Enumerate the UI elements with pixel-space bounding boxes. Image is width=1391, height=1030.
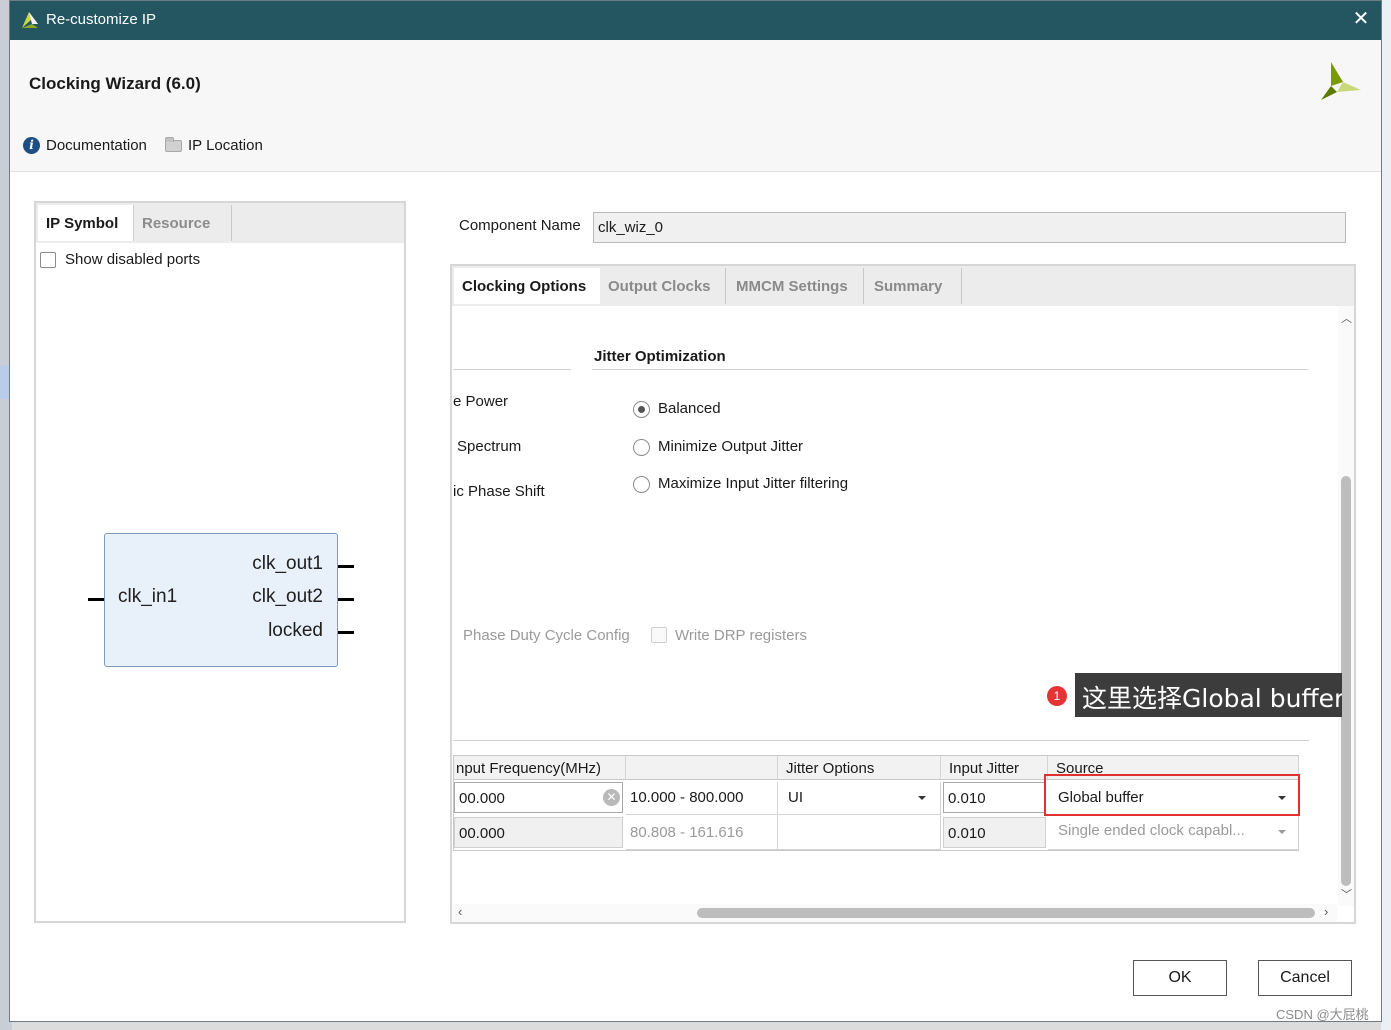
ip-symbol-block: clk_in1 clk_out1 clk_out2 locked	[104, 533, 338, 667]
option-minimize-output-jitter-label: Minimize Output Jitter	[658, 438, 804, 455]
ip-heading: Clocking Wizard (6.0)	[29, 74, 201, 93]
documentation-link[interactable]: i Documentation	[23, 137, 147, 154]
phase-duty-cycle-config-label: Phase Duty Cycle Config	[463, 627, 630, 644]
dialog-header: Clocking Wizard (6.0) i Documentation IP…	[10, 40, 1381, 172]
tab-mmcm-settings[interactable]: MMCM Settings	[728, 268, 864, 304]
component-name-input[interactable]: clk_wiz_0	[593, 212, 1346, 243]
jitter-options-select[interactable]: UI	[778, 782, 941, 815]
port-line-locked	[338, 631, 354, 634]
folder-icon	[165, 136, 182, 152]
ip-location-link[interactable]: IP Location	[165, 136, 263, 154]
section-divider	[453, 369, 571, 370]
scroll-down-icon[interactable]: ﹀	[1341, 886, 1352, 902]
tab-summary[interactable]: Summary	[866, 268, 962, 304]
column-range	[626, 756, 778, 780]
port-clk-in1: clk_in1	[118, 586, 178, 607]
secondary-source-select: Single ended clock capabl...	[1048, 815, 1299, 850]
secondary-jitter-options	[778, 815, 941, 850]
xilinx-logo-icon	[1321, 62, 1361, 100]
tab-resource[interactable]: Resource	[134, 205, 232, 241]
annotation-callout: 这里选择Global buffer	[1075, 673, 1342, 717]
jitter-options-value: UI	[788, 789, 803, 806]
port-line-out2	[338, 598, 354, 601]
vertical-scroll-thumb[interactable]	[1341, 476, 1351, 886]
horizontal-scroll-thumb[interactable]	[697, 908, 1315, 918]
show-disabled-ports-option[interactable]: Show disabled ports	[40, 251, 200, 268]
secondary-frequency-field: 00.000	[454, 817, 623, 848]
cancel-button[interactable]: Cancel	[1258, 960, 1352, 996]
input-frequency-field[interactable]: 00.000	[454, 782, 623, 813]
write-drp-registers-label: Write DRP registers	[675, 627, 807, 644]
annotation-highlight-box	[1044, 774, 1300, 816]
clipped-label-power: e Power	[453, 393, 509, 410]
column-jitter-options: Jitter Options	[778, 756, 941, 780]
port-line-out1	[338, 565, 354, 568]
clipped-label-phase-shift: ic Phase Shift	[453, 483, 545, 500]
tab-output-clocks[interactable]: Output Clocks	[600, 268, 726, 304]
watermark: CSDN @大屁桃	[1276, 1007, 1369, 1022]
ip-symbol-panel: IP Symbol Resource Show disabled ports c…	[34, 201, 406, 923]
left-tab-bar: IP Symbol Resource	[36, 203, 404, 243]
info-icon: i	[23, 137, 40, 154]
column-input-frequency: nput Frequency(MHz)	[454, 756, 626, 780]
tab-clocking-options[interactable]: Clocking Options	[454, 268, 600, 304]
port-locked: locked	[268, 620, 323, 641]
column-input-jitter: Input Jitter	[941, 756, 1048, 780]
secondary-frequency-range: 80.808 - 161.616	[626, 815, 778, 850]
config-tab-bar: Clocking Options Output Clocks MMCM Sett…	[452, 266, 1354, 306]
input-jitter-field[interactable]: 0.010	[943, 782, 1046, 813]
close-icon[interactable]: ✕	[1350, 8, 1372, 30]
scroll-up-icon[interactable]: ︿	[1341, 310, 1352, 326]
secondary-source-value: Single ended clock capabl...	[1058, 822, 1245, 839]
radio-maximize-input-jitter[interactable]	[633, 476, 650, 493]
port-clk-out2: clk_out2	[252, 586, 323, 607]
title-bar: Re-customize IP ✕	[10, 1, 1381, 40]
clipped-label-spectrum: Spectrum	[457, 438, 522, 455]
radio-balanced[interactable]	[633, 401, 650, 418]
component-name-label: Component Name	[459, 217, 581, 234]
option-maximize-input-jitter-label: Maximize Input Jitter filtering	[658, 475, 849, 492]
background-window-edge-right	[1381, 0, 1391, 1030]
documentation-label: Documentation	[46, 137, 147, 154]
port-line-in	[88, 598, 104, 601]
write-drp-registers-checkbox	[651, 627, 667, 643]
section-divider	[453, 740, 1309, 741]
jitter-optimization-title: Jitter Optimization	[594, 348, 726, 365]
scroll-right-icon[interactable]: ›	[1324, 904, 1328, 919]
tab-ip-symbol[interactable]: IP Symbol	[38, 205, 134, 241]
clear-icon[interactable]: ✕	[603, 789, 620, 806]
window-title: Re-customize IP	[46, 11, 157, 28]
section-divider	[592, 369, 1308, 370]
scroll-left-icon[interactable]: ‹	[458, 904, 462, 919]
radio-minimize-output-jitter[interactable]	[633, 439, 650, 456]
option-balanced-label: Balanced	[658, 400, 721, 417]
secondary-input-jitter-field: 0.010	[943, 817, 1046, 848]
vivado-app-icon	[22, 12, 38, 28]
port-clk-out1: clk_out1	[252, 553, 323, 574]
show-disabled-ports-label: Show disabled ports	[65, 251, 201, 268]
recustomize-ip-dialog: Re-customize IP ✕ Clocking Wizard (6.0) …	[9, 0, 1382, 1022]
show-disabled-ports-checkbox[interactable]	[40, 251, 56, 268]
frequency-range: 10.000 - 800.000	[626, 782, 778, 815]
ip-location-label: IP Location	[188, 137, 263, 154]
chevron-down-icon	[1278, 830, 1286, 834]
configuration-panel: Clocking Options Output Clocks MMCM Sett…	[450, 264, 1356, 924]
chevron-down-icon	[918, 796, 926, 800]
ok-button[interactable]: OK	[1133, 960, 1227, 996]
annotation-number-badge: 1	[1047, 686, 1067, 706]
